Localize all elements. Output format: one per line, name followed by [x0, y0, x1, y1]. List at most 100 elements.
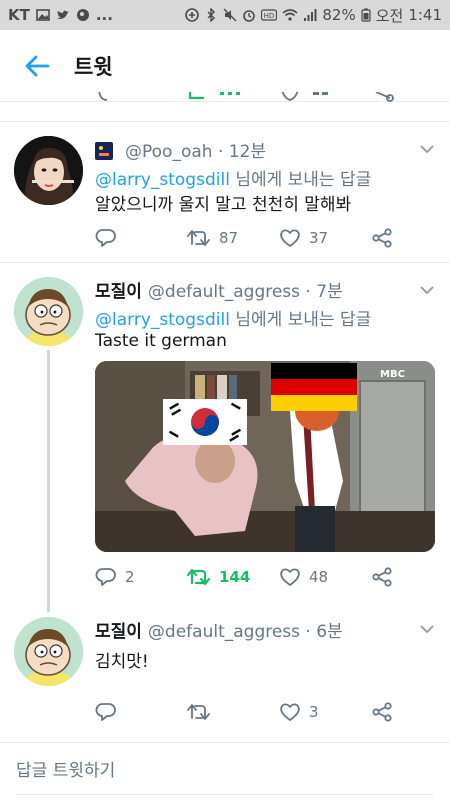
- like-icon: [280, 703, 300, 721]
- tweet-time: 12분: [228, 142, 267, 162]
- battery-icon: [361, 8, 371, 22]
- reply-context-suffix: 님에게 보내는 답글: [229, 310, 372, 330]
- reply-icon: [95, 703, 116, 721]
- tweet-author-line: 모질이 @default_aggress · 7분: [95, 282, 343, 302]
- retweet-button[interactable]: 87: [187, 226, 238, 250]
- avatar-image: [14, 277, 83, 346]
- share-icon: [375, 92, 394, 102]
- tweet-poo-oah[interactable]: @Poo_oah · 12분 @larry_stogsdill 님에게 보내는 …: [0, 122, 450, 262]
- retweet-button[interactable]: [187, 700, 219, 724]
- data-saver-icon: [185, 8, 200, 22]
- tweet-text: 김치맛!: [95, 652, 149, 672]
- gallery-icon: [36, 9, 50, 21]
- avatar[interactable]: [14, 617, 83, 686]
- reply-context-suffix: 님에게 보내는 답글: [229, 170, 372, 190]
- tweet-default-aggress-2[interactable]: 모질이 @default_aggress · 6분 김치맛! 3: [0, 603, 450, 741]
- reply-button[interactable]: [95, 700, 125, 724]
- mute-icon: [223, 8, 237, 22]
- meme-image: MBC: [95, 361, 435, 552]
- alarm-icon: [243, 10, 256, 22]
- tweet-actions: 2 144 48: [95, 565, 405, 589]
- reply-placeholder: 답글 트윗하기: [16, 761, 116, 781]
- reply-composer-bar: 답글 트윗하기: [0, 742, 450, 800]
- chevron-down-icon[interactable]: [420, 285, 434, 295]
- germany-flag: [271, 363, 357, 411]
- evernote-icon: [76, 9, 89, 21]
- share-icon: [372, 567, 392, 587]
- reply-button[interactable]: [95, 226, 125, 250]
- like-button[interactable]: 3: [279, 700, 319, 724]
- share-button[interactable]: [371, 565, 393, 589]
- reply-icon: [98, 92, 108, 101]
- clock-time: 1:41: [408, 6, 442, 24]
- like-count: 48: [309, 568, 329, 586]
- tweet-text: Taste it german: [95, 331, 227, 351]
- tweet-time: 7분: [316, 282, 343, 302]
- author-handle[interactable]: @default_aggress: [148, 282, 300, 302]
- like-icon: [281, 92, 299, 101]
- retweet-button[interactable]: 144: [187, 565, 250, 589]
- back-arrow-icon: [25, 55, 50, 76]
- back-button[interactable]: [0, 30, 74, 102]
- retweet-count-fragment: [220, 92, 240, 95]
- like-count: 37: [309, 229, 329, 247]
- rainbow-sticker-icon: [95, 142, 113, 160]
- like-count-fragment: [313, 92, 328, 95]
- svg-text:HD: HD: [264, 12, 275, 20]
- like-icon: [280, 229, 300, 247]
- twitter-icon: [56, 10, 69, 19]
- wifi-icon: [282, 9, 298, 21]
- tweet-actions: 87 37: [95, 226, 405, 250]
- reply-icon: [95, 568, 116, 586]
- status-bar: KT ... HD 82% 오전 1:41: [0, 0, 450, 30]
- reply-context: @larry_stogsdill 님에게 보내는 답글: [95, 305, 371, 330]
- like-icon: [280, 568, 300, 586]
- hd-icon: HD: [261, 9, 278, 21]
- tweet-actions: 3: [95, 700, 405, 724]
- retweet-icon: [187, 704, 210, 720]
- share-button[interactable]: [371, 700, 393, 724]
- retweet-count: 87: [219, 229, 239, 247]
- tweet-media-image[interactable]: MBC: [95, 361, 435, 552]
- reply-input[interactable]: 답글 트윗하기: [16, 743, 434, 795]
- page-title: 트윗: [74, 54, 113, 79]
- reply-icon: [95, 229, 116, 247]
- author-display-name[interactable]: 모질이: [95, 282, 142, 302]
- author-handle[interactable]: @Poo_oah: [125, 142, 213, 162]
- reply-context: @larry_stogsdill 님에게 보내는 답글: [95, 165, 371, 190]
- author-display-name[interactable]: 모질이: [95, 622, 142, 642]
- share-icon: [372, 702, 392, 722]
- like-button[interactable]: 37: [279, 226, 328, 250]
- reply-button[interactable]: 2: [95, 565, 135, 589]
- clock-ampm: 오전: [375, 6, 404, 25]
- retweet-icon: [187, 568, 211, 586]
- retweet-icon: [187, 230, 210, 246]
- avatar-image: [14, 617, 83, 686]
- carrier-label: KT: [8, 6, 30, 24]
- share-icon: [372, 228, 392, 248]
- previous-tweet-actions: [0, 92, 450, 110]
- avatar[interactable]: [14, 136, 83, 205]
- battery-percent: 82%: [322, 6, 356, 24]
- author-handle[interactable]: @default_aggress: [148, 622, 300, 642]
- like-button[interactable]: 48: [279, 565, 328, 589]
- reply-mention-link[interactable]: @larry_stogsdill: [95, 170, 230, 190]
- reply-count: 2: [125, 568, 135, 586]
- retweet-icon: [188, 92, 204, 100]
- tweet-author-line: 모질이 @default_aggress · 6분: [95, 622, 343, 642]
- tweet-time: 6분: [316, 622, 343, 642]
- avatar[interactable]: [14, 277, 83, 346]
- media-watermark: MBC: [380, 369, 405, 380]
- more-notifications: ...: [95, 6, 113, 24]
- tweet-text: 알았으니까 울지 말고 천천히 말해봐: [95, 195, 352, 215]
- tweet-author-line: @Poo_oah · 12분: [95, 137, 266, 162]
- chevron-down-icon[interactable]: [420, 624, 434, 634]
- bluetooth-icon: [207, 8, 216, 22]
- retweet-count: 144: [219, 568, 251, 586]
- korea-flag: [163, 399, 247, 445]
- signal-icon: [304, 9, 317, 21]
- like-count: 3: [309, 703, 319, 721]
- share-button[interactable]: [371, 226, 393, 250]
- reply-mention-link[interactable]: @larry_stogsdill: [95, 310, 230, 330]
- chevron-down-icon[interactable]: [420, 144, 434, 154]
